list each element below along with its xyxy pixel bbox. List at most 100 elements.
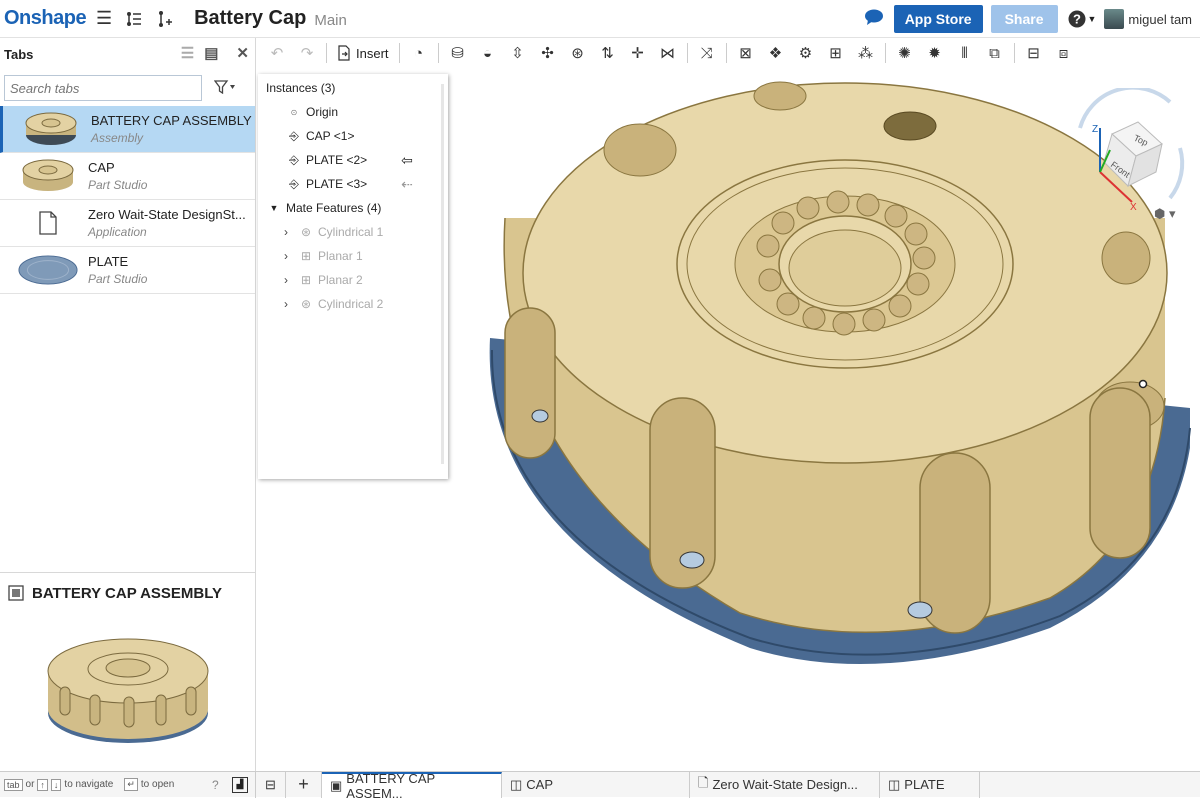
mate-label: Planar 1 [318, 249, 363, 263]
cylindrical-mate-icon[interactable]: ⊛ [563, 40, 593, 66]
fastened-mate-icon[interactable]: ⛁ [443, 40, 473, 66]
insert-button[interactable]: Insert [331, 45, 395, 61]
tab-list-item-name: BATTERY CAP ASSEMBLY [91, 113, 252, 128]
panel-toggle-icon[interactable]: ▟ [232, 776, 248, 793]
instance-label: PLATE <3> [306, 177, 368, 191]
circular-pattern-icon[interactable]: ⁂ [851, 40, 881, 66]
mate-item-cylindrical-2[interactable]: › ⊛ Cylindrical 2 [258, 292, 448, 316]
planar-mate-icon: ⊞ [300, 249, 312, 263]
close-icon[interactable]: ✕ [236, 44, 249, 62]
gear-relation-icon[interactable]: ✺ [890, 40, 920, 66]
mate-features-header[interactable]: ▼ Mate Features (4) [258, 196, 448, 220]
document-tab-battery-cap-assembly[interactable]: ▣ BATTERY CAP ASSEM... [322, 771, 502, 801]
hint-open: to open [140, 779, 175, 790]
pin-slot-mate-icon[interactable]: ⇅ [593, 40, 623, 66]
section-view-icon[interactable]: ⧈ [1049, 40, 1079, 66]
relation-icon[interactable]: ⚙ [791, 40, 821, 66]
part-instance-icon: ⎆ [289, 152, 299, 167]
linear-pattern-icon[interactable]: ⊞ [821, 40, 851, 66]
document-title[interactable]: Battery Cap [194, 7, 306, 30]
user-name[interactable]: miguel tam [1128, 12, 1192, 27]
instance-plate-2[interactable]: ⎆ PLATE <2> ⇦ [258, 148, 448, 172]
tab-list-icon[interactable]: ⊟ [256, 771, 286, 798]
tab-list-item-plate[interactable]: PLATE Part Studio [0, 247, 255, 294]
onshape-logo[interactable]: Onshape [4, 7, 87, 30]
document-tab-zero-wait-state[interactable]: 🗋 Zero Wait-State Design... [690, 771, 880, 798]
tab-list-item-cap[interactable]: CAP Part Studio [0, 153, 255, 200]
mate-item-planar-2[interactable]: › ⊞ Planar 2 [258, 268, 448, 292]
measure-icon[interactable]: ⊟ [1019, 40, 1049, 66]
mate-item-cylindrical-1[interactable]: › ⊛ Cylindrical 1 [258, 220, 448, 244]
comment-icon[interactable] [864, 8, 884, 31]
add-tab-icon[interactable]: + [286, 771, 322, 798]
help-icon[interactable]: ? ▼ [1068, 10, 1096, 28]
linear-relation-icon[interactable]: ⧉ [980, 40, 1010, 66]
replicate-icon[interactable]: ◔ [404, 40, 434, 66]
x-axis-label: X [1130, 202, 1137, 213]
document-tab-label: CAP [526, 777, 554, 792]
mate-connector-icon[interactable]: ⊠ [731, 40, 761, 66]
instance-origin[interactable]: ⊙ Origin [258, 100, 448, 124]
share-button[interactable]: Share [990, 5, 1058, 33]
tangent-mate-icon[interactable]: ⤨ [692, 40, 722, 66]
instance-label: PLATE <2> [306, 153, 368, 167]
keyboard-hint: tab or ↑ ↓ to navigate ↵ to open ? ▟ [0, 771, 256, 798]
document-tab-plate[interactable]: ◫ PLATE [880, 771, 980, 798]
instances-header[interactable]: Instances (3) [258, 76, 448, 100]
part-studio-tab-icon: ◫ [888, 776, 901, 792]
list-view-icon[interactable]: ☰ [181, 44, 194, 62]
chevron-right-icon[interactable]: › [278, 249, 294, 263]
tab-list-item-battery-cap-assembly[interactable]: BATTERY CAP ASSEMBLY Assembly [0, 106, 255, 153]
toolbar-divider [884, 43, 886, 63]
slider-mate-icon[interactable]: ⇳ [503, 40, 533, 66]
user-avatar[interactable] [1104, 9, 1125, 29]
filter-icon[interactable] [213, 79, 236, 97]
group-icon[interactable]: ❖ [761, 40, 791, 66]
enter-key: ↵ [124, 778, 138, 791]
view-options-icon[interactable]: ⬢ ▾ [1154, 206, 1176, 222]
down-key: ↓ [50, 778, 62, 791]
menu-icon[interactable]: ☰ [92, 7, 116, 31]
revolute-mate-icon[interactable]: ◒ [473, 40, 503, 66]
document-tab-cap[interactable]: ◫ CAP [502, 771, 690, 798]
document-tab-label: Zero Wait-State Design... [712, 777, 858, 792]
show-arrow-icon[interactable]: ⇠ [401, 176, 413, 193]
instance-plate-3[interactable]: ⎆ PLATE <3> ⇠ [258, 172, 448, 196]
detail-view-icon[interactable]: ▤ [204, 44, 218, 62]
planar-mate-icon[interactable]: ✣ [533, 40, 563, 66]
undo-icon[interactable]: ↶ [262, 40, 292, 66]
parallel-mate-icon[interactable]: ⋈ [653, 40, 683, 66]
redo-icon[interactable]: ↷ [292, 40, 322, 66]
chevron-down-icon[interactable]: ▼ [266, 203, 282, 213]
navigation-hint: tab or ↑ ↓ to navigate ↵ to open [4, 778, 174, 791]
tabs-panel-title: Tabs [4, 46, 34, 62]
chevron-right-icon[interactable]: › [278, 225, 294, 239]
ball-mate-icon[interactable]: ✛ [623, 40, 653, 66]
tab-list-item-type: Application [88, 225, 147, 239]
search-row [0, 70, 255, 106]
tabs-panel: Tabs ☰ ▤ ✕ BATTERY CAP ASSEMBLY Assembly… [0, 38, 256, 771]
mate-label: Planar 2 [318, 273, 363, 287]
hide-arrow-icon[interactable]: ⇦ [401, 152, 413, 169]
view-cube[interactable]: Top Front Z X ⬢ ▾ [1070, 85, 1194, 228]
mate-features-header-label: Mate Features (4) [286, 201, 382, 215]
chevron-right-icon[interactable]: › [278, 297, 294, 311]
version-graph-icon[interactable] [122, 7, 146, 31]
screw-relation-icon[interactable]: ⦀ [950, 40, 980, 66]
tab-list-item-zero-wait-state[interactable]: Zero Wait-State DesignSt... Application [0, 200, 255, 247]
hint-or: or [25, 779, 35, 790]
branch-label: Main [314, 12, 347, 29]
create-version-icon[interactable] [152, 7, 176, 31]
app-store-button[interactable]: App Store [893, 5, 983, 33]
rack-pinion-icon[interactable]: ✹ [920, 40, 950, 66]
list-scrollbar[interactable] [441, 84, 444, 464]
instance-cap-1[interactable]: ⎆ CAP <1> [258, 124, 448, 148]
help-circle-icon[interactable]: ? [212, 778, 219, 792]
mate-item-planar-1[interactable]: › ⊞ Planar 1 [258, 244, 448, 268]
insert-icon [338, 45, 350, 61]
toolbar-divider [725, 43, 727, 63]
search-tabs-input[interactable] [4, 75, 202, 101]
part-instance-icon: ⎆ [289, 128, 299, 143]
chevron-right-icon[interactable]: › [278, 273, 294, 287]
tabs-panel-header: Tabs ☰ ▤ ✕ [0, 38, 255, 70]
